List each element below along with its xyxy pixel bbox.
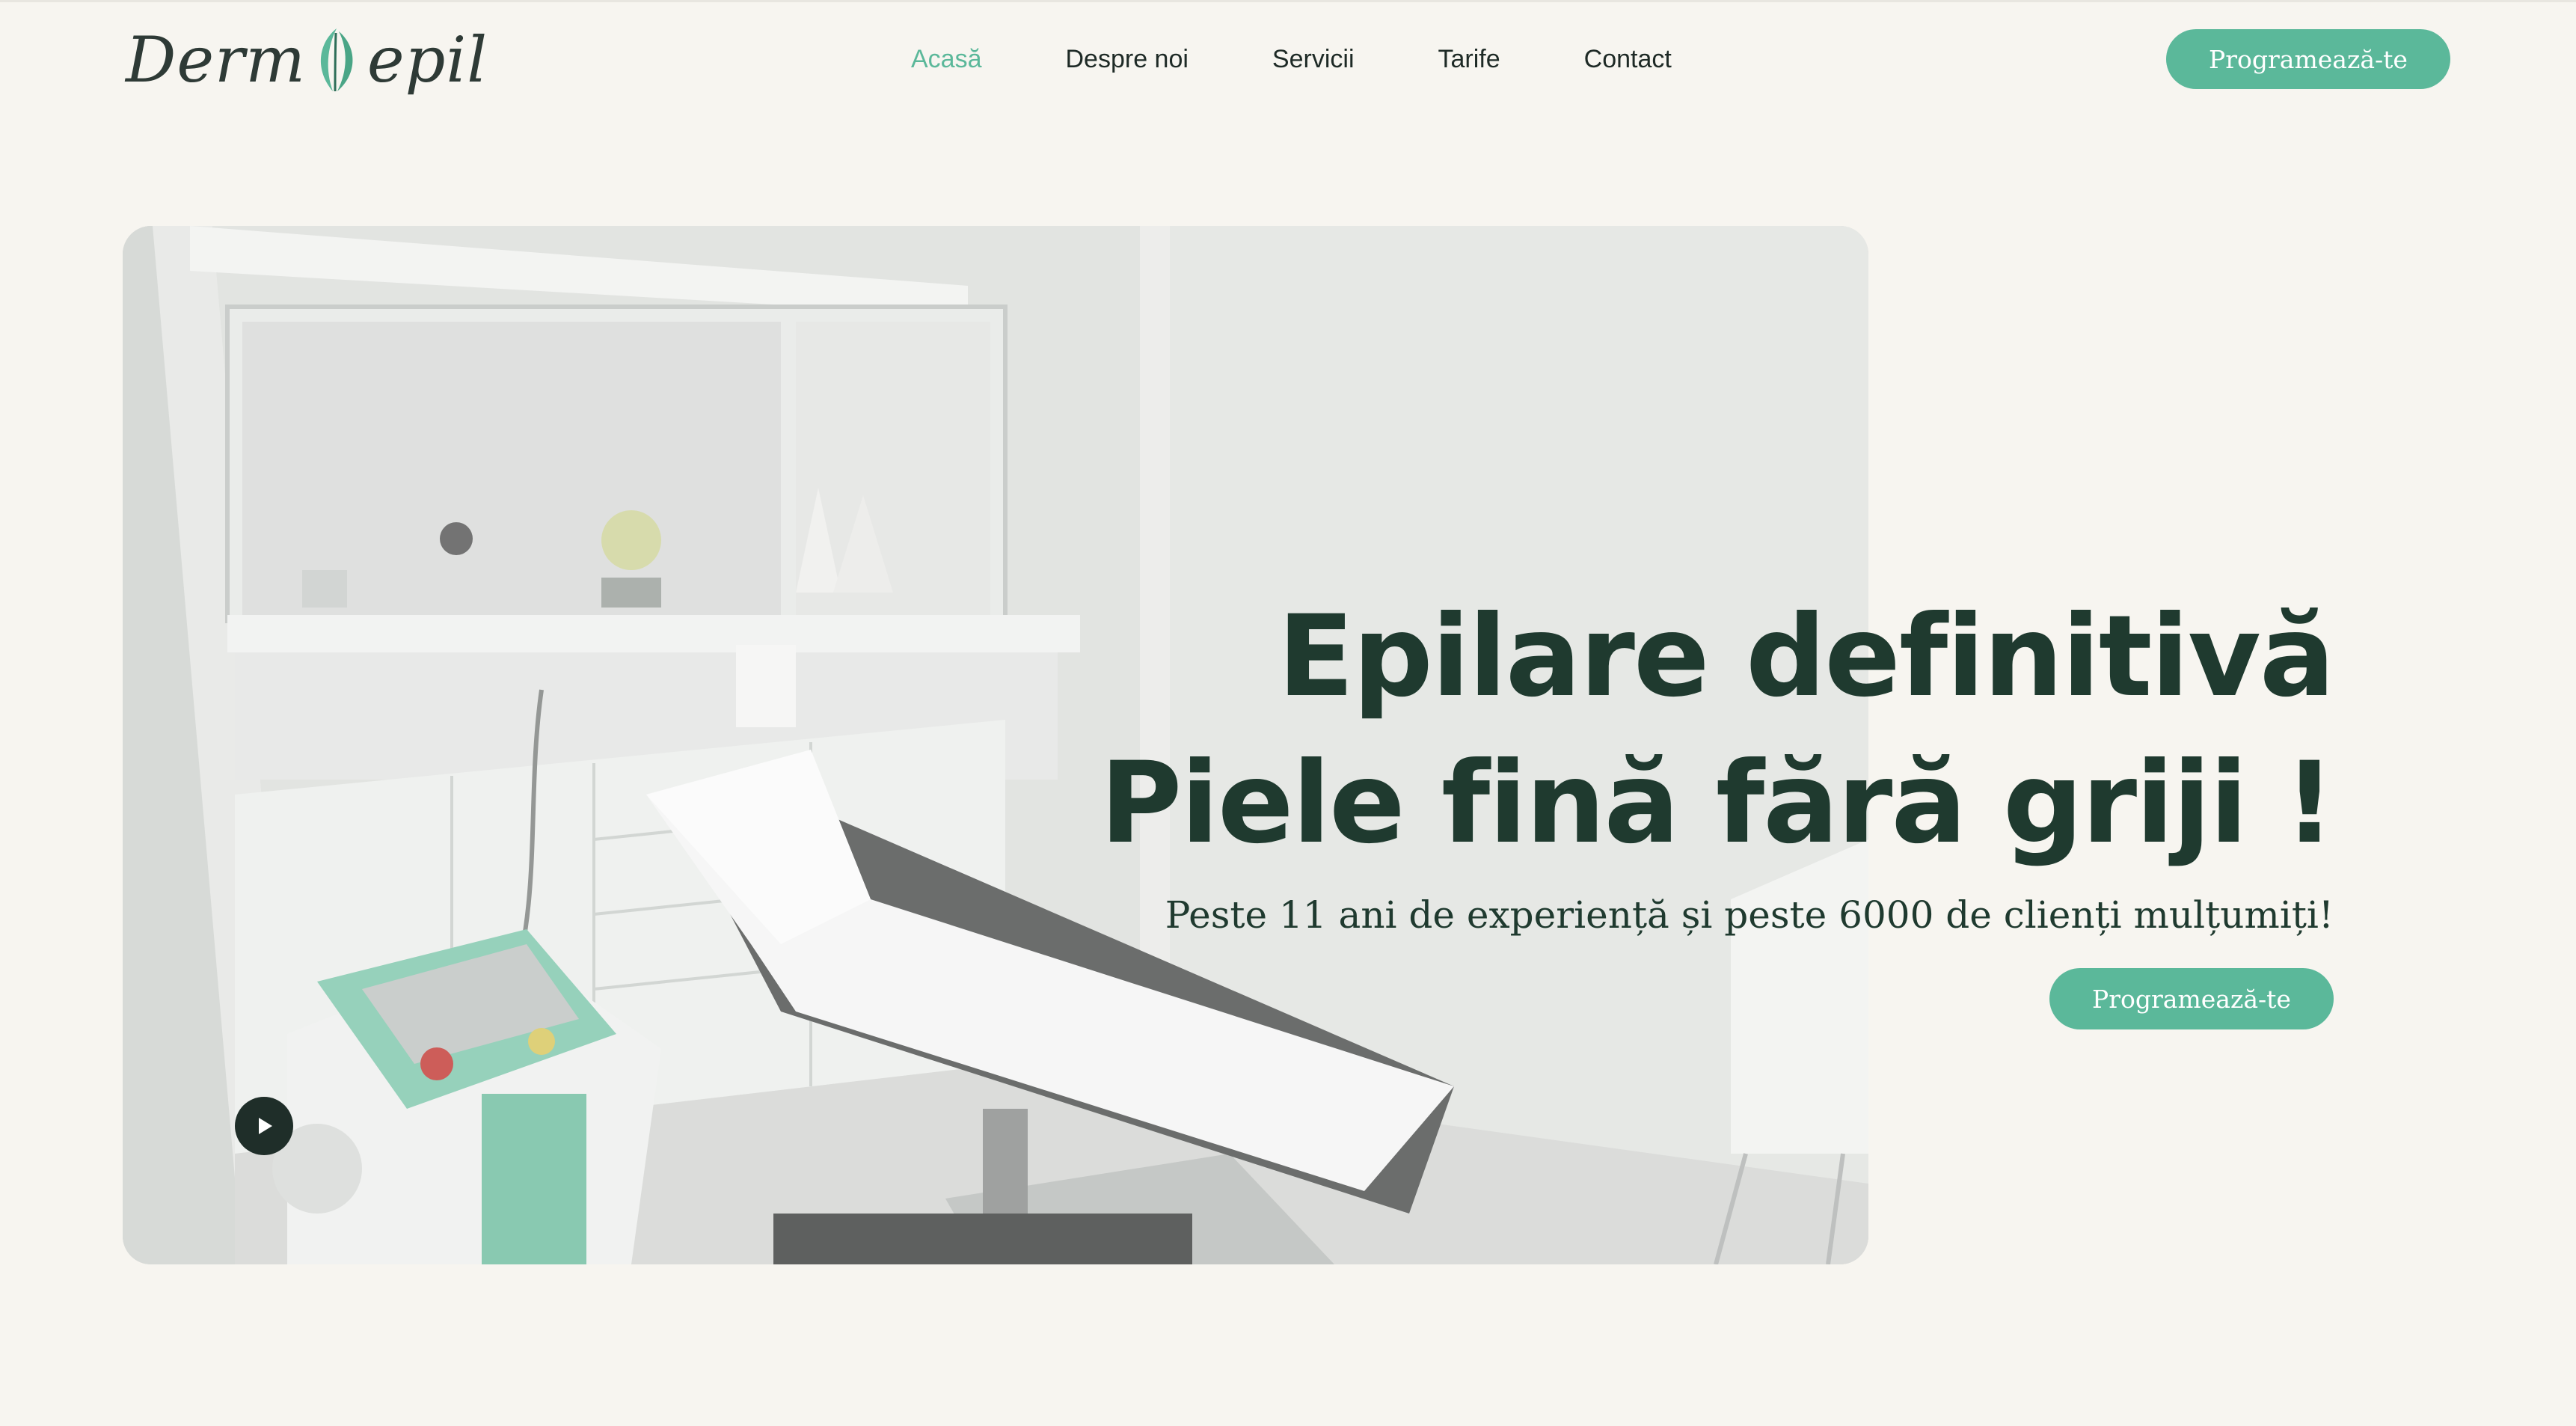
nav-item-tarife[interactable]: Tarife bbox=[1438, 38, 1500, 80]
logo-text-right: epil bbox=[367, 23, 488, 97]
play-button[interactable] bbox=[235, 1097, 293, 1155]
hero-title-line2: Piele fină fără griji ! bbox=[1100, 738, 2335, 869]
logo-text-left: Derm bbox=[126, 23, 306, 97]
nav-item-servicii[interactable]: Servicii bbox=[1272, 38, 1355, 80]
nav-item-acasa[interactable]: Acasă bbox=[911, 38, 982, 80]
hero-subtitle: Peste 11 ani de experiență și peste 6000… bbox=[1165, 893, 2334, 937]
play-icon bbox=[259, 1118, 272, 1134]
nav-item-despre-noi[interactable]: Despre noi bbox=[1066, 38, 1189, 80]
hero-title-line1: Epilare definitivă bbox=[1278, 592, 2335, 722]
hero-booking-button[interactable]: Programează-te bbox=[2049, 968, 2334, 1029]
leaf-icon bbox=[320, 28, 353, 92]
site-header: Derm epil Acasă Despre noi Servicii Tari… bbox=[0, 0, 2576, 112]
header-booking-button[interactable]: Programează-te bbox=[2166, 29, 2450, 89]
nav-item-contact[interactable]: Contact bbox=[1584, 38, 1672, 80]
logo[interactable]: Derm epil bbox=[126, 19, 488, 101]
hero-text: Epilare definitivă Piele fină fără griji… bbox=[1100, 584, 2335, 937]
main-nav: Acasă Despre noi Servicii Tarife Contact bbox=[911, 38, 1755, 80]
